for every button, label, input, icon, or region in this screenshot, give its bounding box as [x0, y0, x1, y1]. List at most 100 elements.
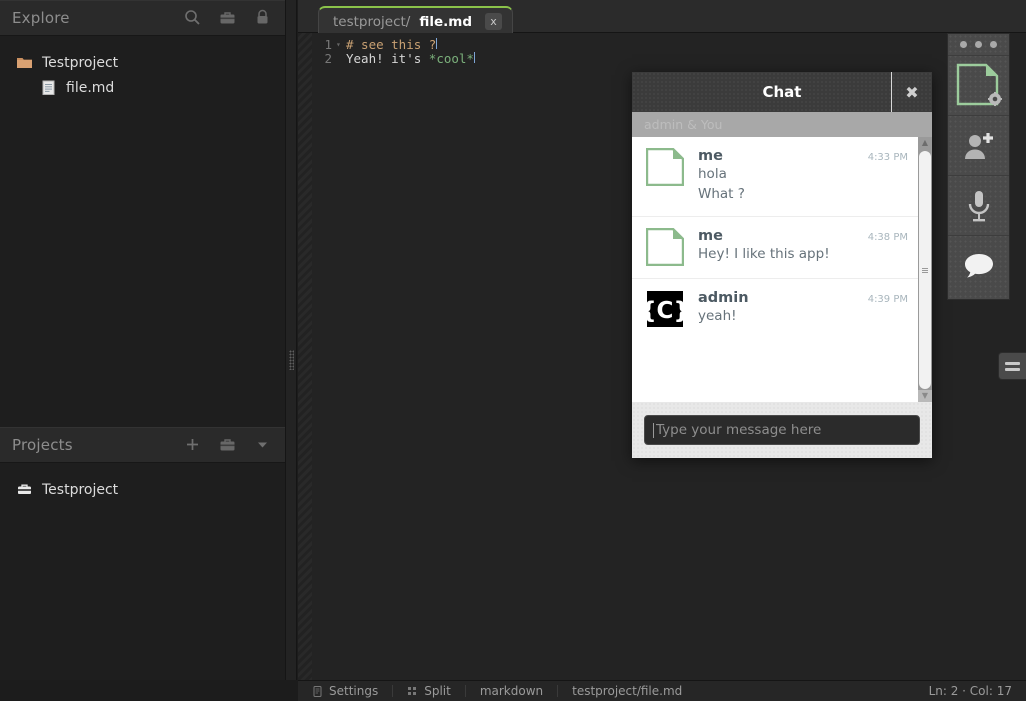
- fold-arrow-icon[interactable]: ▾: [336, 38, 346, 52]
- chat-titlebar[interactable]: Chat ✖: [632, 72, 932, 112]
- status-path[interactable]: testproject/file.md: [558, 681, 696, 701]
- explorer-title: Explore: [12, 8, 70, 27]
- explorer-header: Explore: [0, 0, 285, 36]
- folder-icon: [16, 54, 33, 71]
- status-settings-button[interactable]: Settings: [298, 681, 392, 701]
- chat-participants: admin & You: [632, 112, 932, 137]
- chat-title-label: Chat: [762, 83, 802, 101]
- chat-message-author: me: [698, 228, 723, 244]
- app-window: Explore Testproject file.md Projects Tes…: [0, 0, 1026, 701]
- chat-message: {C} admin 4:39 PM yeah!: [632, 279, 918, 340]
- status-split-label: Split: [424, 684, 451, 698]
- text-caret: [473, 52, 475, 63]
- plus-icon[interactable]: [184, 436, 201, 453]
- chat-message-text: What ?: [698, 186, 745, 202]
- brace-c-avatar-icon: {C}: [646, 290, 684, 328]
- chevron-down-icon[interactable]: [254, 436, 271, 453]
- chat-bubble-icon: [964, 253, 994, 279]
- code-content: 1 ▾ # see this ? 2 Yeah! it's *cool*: [312, 38, 1026, 66]
- chat-message-input[interactable]: Type your message here: [644, 415, 920, 445]
- chat-message-header: admin 4:39 PM: [698, 290, 908, 306]
- status-grammar-button[interactable]: markdown: [466, 681, 557, 701]
- split-icon: [407, 686, 418, 697]
- projects-panel: Projects Testproject: [0, 427, 285, 701]
- chat-message-body: admin 4:39 PM yeah!: [698, 290, 908, 328]
- close-icon[interactable]: x: [485, 13, 502, 30]
- code-text: Yeah! it's: [346, 51, 429, 66]
- status-cursor-position[interactable]: Ln: 2 · Col: 17: [929, 684, 1026, 698]
- close-icon[interactable]: ✖: [891, 72, 932, 112]
- panel-resize-handle[interactable]: [285, 0, 297, 681]
- toolbox-icon[interactable]: [219, 436, 236, 453]
- chat-message-text: hola: [698, 166, 727, 182]
- left-sidebar: Explore Testproject file.md Projects Tes…: [0, 0, 285, 701]
- resize-grip-icon: [289, 350, 294, 370]
- text-caret: [436, 38, 438, 49]
- hamburger-icon: [1005, 367, 1020, 371]
- status-path-label: testproject/file.md: [572, 684, 683, 698]
- scrollbar-grip-icon: [922, 268, 928, 273]
- add-person-icon: [962, 131, 996, 161]
- chat-message-header: me 4:38 PM: [698, 228, 908, 244]
- scroll-up-arrow-icon[interactable]: ▲: [918, 137, 932, 149]
- code-text-emphasis: *cool*: [428, 51, 474, 66]
- chat-input-bar: Type your message here: [632, 402, 932, 458]
- lock-icon[interactable]: [254, 9, 271, 26]
- rail-status-dots: [948, 34, 1009, 56]
- line-number: 1: [324, 37, 332, 52]
- chat-message-author: admin: [698, 290, 749, 306]
- status-split-button[interactable]: Split: [393, 681, 465, 701]
- scroll-down-arrow-icon[interactable]: ▼: [918, 390, 932, 402]
- chat-message-text: Hey! I like this app!: [698, 246, 830, 262]
- chat-message: me 4:38 PM Hey! I like this app!: [632, 217, 918, 279]
- status-dot: [975, 41, 982, 48]
- collab-toolbar: [947, 33, 1010, 300]
- code-line: 1 ▾ # see this ?: [312, 38, 1026, 52]
- tree-item-label: file.md: [66, 79, 115, 96]
- explorer-tree: Testproject file.md: [0, 36, 285, 100]
- rail-item-profile[interactable]: [948, 56, 1009, 116]
- chat-message-text: yeah!: [698, 308, 737, 324]
- tree-item-testproject[interactable]: Testproject: [0, 50, 285, 75]
- tree-item-file-md[interactable]: file.md: [0, 75, 285, 100]
- settings-icon: [312, 685, 323, 697]
- chat-message-time: 4:33 PM: [867, 152, 908, 163]
- status-dot: [960, 41, 967, 48]
- line-number: 2: [324, 51, 332, 66]
- toolbox-icon[interactable]: [219, 9, 236, 26]
- tab-filename: file.md: [419, 13, 472, 30]
- chat-message-area: me 4:33 PM hola What ? me 4:38 PM Hey! I…: [632, 137, 932, 402]
- status-settings-label: Settings: [329, 684, 379, 698]
- rail-item-microphone[interactable]: [948, 176, 1009, 236]
- project-item-label: Testproject: [42, 481, 119, 498]
- chat-message-header: me 4:33 PM: [698, 148, 908, 164]
- microphone-icon: [966, 190, 992, 222]
- status-bar: Settings Split markdown testproject/file…: [298, 680, 1026, 701]
- search-icon[interactable]: [184, 9, 201, 26]
- page-avatar-icon: [646, 148, 684, 186]
- svg-text:{C}: {C}: [646, 298, 684, 324]
- chat-message-list: me 4:33 PM hola What ? me 4:38 PM Hey! I…: [632, 137, 918, 402]
- tab-directory: testproject/: [333, 13, 411, 30]
- editor-tab-file-md[interactable]: testproject/ file.md x: [318, 6, 513, 35]
- projects-header: Projects: [0, 427, 285, 463]
- collab-toolbar-toggle[interactable]: [998, 352, 1026, 380]
- rail-item-chat[interactable]: [948, 236, 1009, 296]
- editor-tabbar: testproject/ file.md x: [298, 0, 1026, 35]
- project-item-testproject[interactable]: Testproject: [0, 477, 285, 502]
- chat-window: Chat ✖ admin & You me 4:33 PM hola What …: [632, 72, 932, 458]
- tree-item-label: Testproject: [42, 54, 119, 71]
- page-gear-icon: [956, 63, 1002, 109]
- chat-message: me 4:33 PM hola What ?: [632, 137, 918, 217]
- chat-message-body: me 4:38 PM Hey! I like this app!: [698, 228, 908, 266]
- rail-item-add-user[interactable]: [948, 116, 1009, 176]
- status-grammar-label: markdown: [479, 684, 544, 698]
- statusbar-left-filler: [0, 680, 298, 701]
- projects-header-icons: [184, 436, 285, 453]
- scrollbar-thumb[interactable]: [919, 151, 931, 389]
- briefcase-icon: [16, 481, 33, 498]
- chat-message-time: 4:38 PM: [867, 232, 908, 243]
- input-caret: [653, 422, 654, 438]
- chat-message-body: me 4:33 PM hola What ?: [698, 148, 908, 204]
- chat-scrollbar[interactable]: ▲ ▼: [918, 137, 932, 402]
